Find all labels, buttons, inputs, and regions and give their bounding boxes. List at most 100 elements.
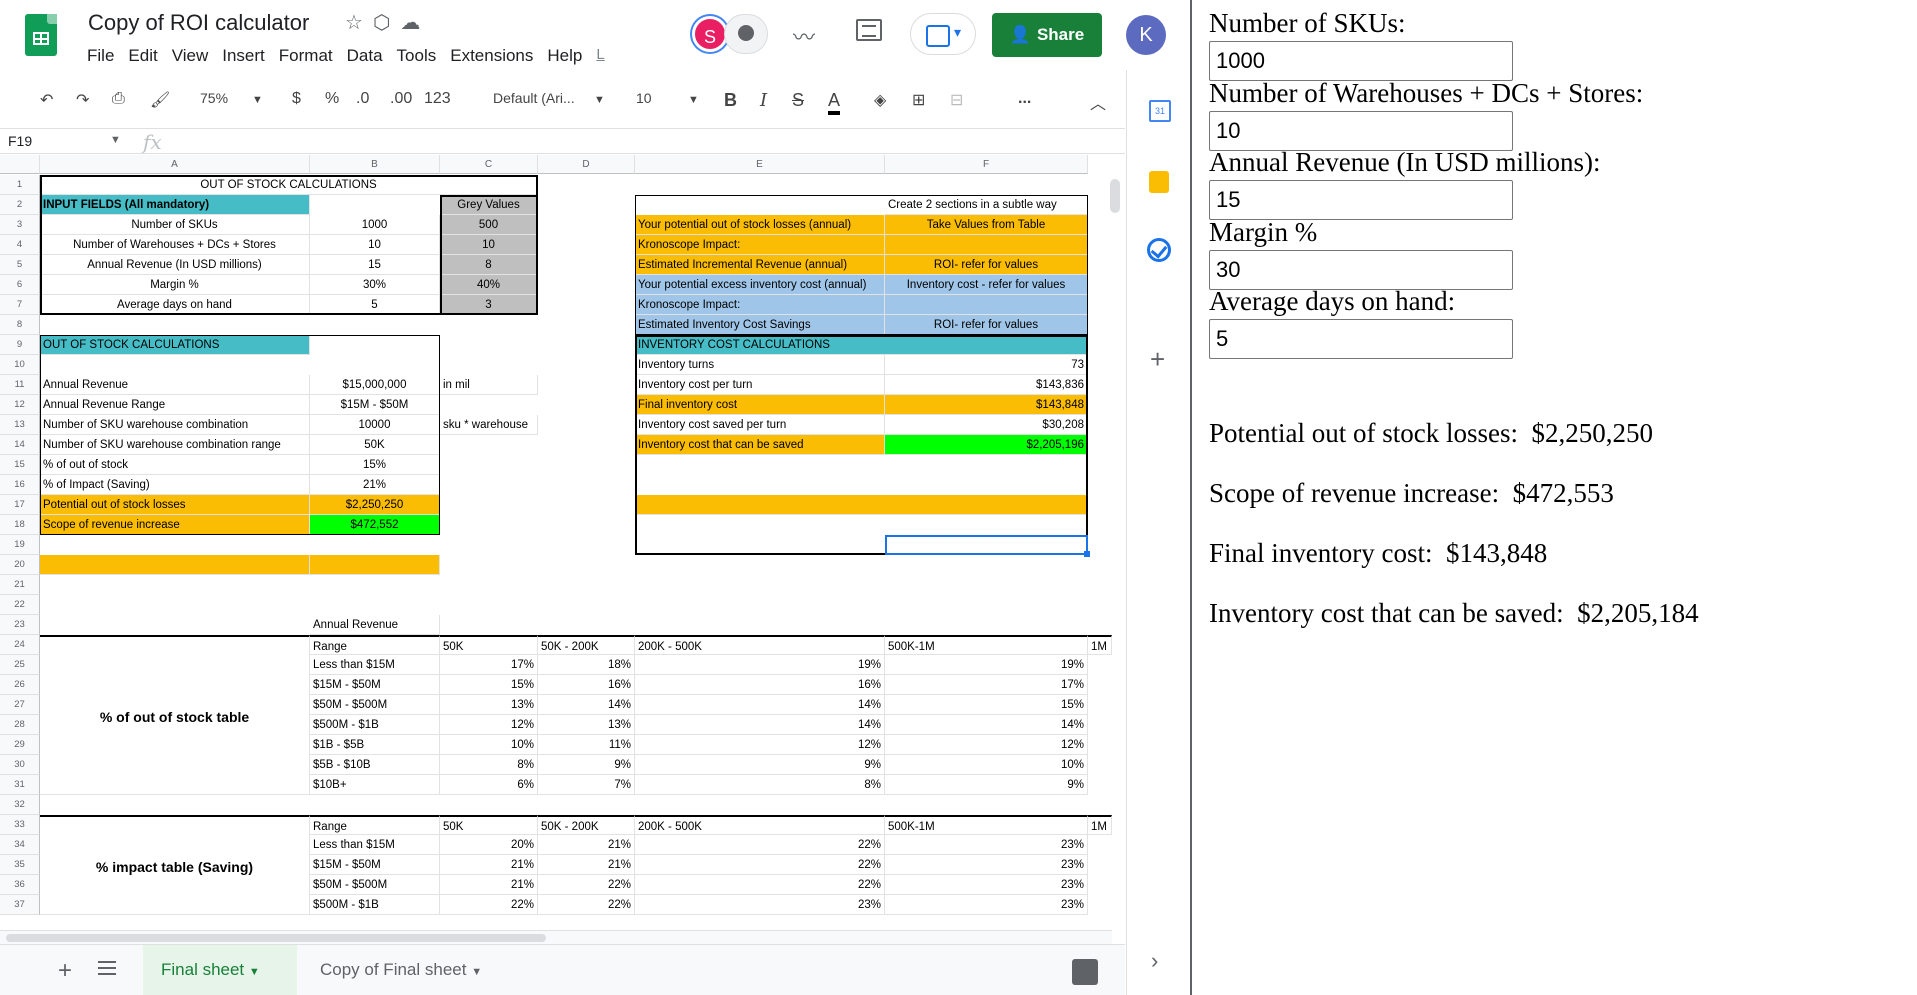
row-header[interactable]: 14: [0, 435, 40, 455]
cell-input-label[interactable]: Number of SKUs: [40, 215, 310, 235]
row-header[interactable]: 20: [0, 555, 40, 575]
scroll-thumb-v[interactable]: [1110, 179, 1120, 213]
table-header-cell[interactable]: Range: [310, 815, 440, 835]
cell-calc-value[interactable]: 10000: [310, 415, 440, 435]
show-side-panel-icon[interactable]: ›: [1151, 948, 1158, 974]
table-value-cell[interactable]: 14%: [635, 715, 885, 735]
row-header[interactable]: 29: [0, 735, 40, 755]
cell-input-label[interactable]: Annual Revenue (In USD millions): [40, 255, 310, 275]
row-header[interactable]: 1: [0, 175, 40, 195]
redo-icon[interactable]: ↷: [76, 90, 89, 110]
table-value-cell[interactable]: 15%: [440, 675, 538, 695]
table-value-cell[interactable]: 21%: [538, 835, 635, 855]
row-header[interactable]: 28: [0, 715, 40, 735]
cell-calc-value[interactable]: $15,000,000: [310, 375, 440, 395]
cell-calc-label[interactable]: Annual Revenue Range: [40, 395, 310, 415]
currency-format-button[interactable]: $: [292, 90, 301, 108]
cell-calc-label[interactable]: % of out of stock: [40, 455, 310, 475]
decrease-decimal-button[interactable]: .0: [356, 90, 369, 108]
cell-title[interactable]: OUT OF STOCK CALCULATIONS: [40, 175, 538, 195]
cell-inv-value[interactable]: $30,208: [885, 415, 1088, 435]
table-range-cell[interactable]: $50M - $500M: [310, 695, 440, 715]
zoom-select[interactable]: 75%: [200, 90, 228, 106]
cell-empty-orange[interactable]: [40, 555, 310, 575]
merge-cells-icon[interactable]: ⊟: [950, 90, 963, 110]
cell-info-value[interactable]: ROI- refer for values: [885, 255, 1088, 275]
cell-note[interactable]: Create 2 sections in a subtle way: [885, 195, 1088, 215]
cell-input-value[interactable]: 30%: [310, 275, 440, 295]
table-value-cell[interactable]: 22%: [538, 875, 635, 895]
column-header[interactable]: E: [635, 155, 885, 174]
account-avatar[interactable]: K: [1126, 15, 1166, 55]
cell-inv-value[interactable]: $143,836: [885, 375, 1088, 395]
column-header[interactable]: C: [440, 155, 538, 174]
row-header[interactable]: 5: [0, 255, 40, 275]
collaborator-avatar[interactable]: S: [692, 16, 728, 52]
menu-file[interactable]: File: [80, 44, 121, 68]
cell-calc-label[interactable]: Number of SKU warehouse combination rang…: [40, 435, 310, 455]
row-header[interactable]: 11: [0, 375, 40, 395]
table-value-cell[interactable]: 14%: [538, 695, 635, 715]
row-header[interactable]: 25: [0, 655, 40, 675]
cell-info-label[interactable]: Estimated Inventory Cost Savings: [635, 315, 885, 335]
explore-icon[interactable]: [1072, 959, 1098, 985]
table-value-cell[interactable]: 23%: [885, 855, 1088, 875]
cell-input-label[interactable]: Margin %: [40, 275, 310, 295]
row-header[interactable]: 7: [0, 295, 40, 315]
table-value-cell[interactable]: 13%: [538, 715, 635, 735]
table-value-cell[interactable]: 19%: [635, 655, 885, 675]
more-options-button[interactable]: ...: [1018, 90, 1031, 108]
table-value-cell[interactable]: 22%: [635, 835, 885, 855]
cell-calc-value[interactable]: 15%: [310, 455, 440, 475]
cell-calc-label[interactable]: Annual Revenue: [40, 375, 310, 395]
cell-info-label[interactable]: Kronoscope Impact:: [635, 295, 885, 315]
row-header[interactable]: 34: [0, 835, 40, 855]
menu-extensions[interactable]: Extensions: [443, 44, 540, 68]
cell-grey-header[interactable]: Grey Values: [440, 195, 538, 215]
print-icon[interactable]: ⎙: [112, 90, 125, 108]
cell-info-label[interactable]: Your potential excess inventory cost (an…: [635, 275, 885, 295]
menu-help[interactable]: Help: [540, 44, 589, 68]
cell-input-value[interactable]: 15: [310, 255, 440, 275]
fill-color-icon[interactable]: ◈: [874, 90, 886, 110]
cell-calc-value[interactable]: $472,552: [310, 515, 440, 535]
text-color-button[interactable]: A: [828, 90, 841, 115]
cell-inv-value[interactable]: $2,205,196: [885, 435, 1088, 455]
table-value-cell[interactable]: 11%: [538, 735, 635, 755]
cell-calc-value[interactable]: $2,250,250: [310, 495, 440, 515]
row-header[interactable]: 8: [0, 315, 40, 335]
active-cell-selection[interactable]: [885, 535, 1090, 557]
table-range-cell[interactable]: $1B - $5B: [310, 735, 440, 755]
cloud-status-icon[interactable]: ☁: [400, 10, 420, 35]
row-header[interactable]: 2: [0, 195, 40, 215]
table-value-cell[interactable]: 14%: [635, 695, 885, 715]
strikethrough-button[interactable]: S: [792, 90, 804, 111]
table-value-cell[interactable]: 23%: [885, 835, 1088, 855]
table-value-cell[interactable]: 10%: [885, 755, 1088, 775]
table-header-cell[interactable]: 50K - 200K: [538, 815, 635, 835]
table-header-cell[interactable]: 500K-1M: [885, 635, 1088, 655]
name-box-chevron-icon[interactable]: ▼: [110, 134, 121, 146]
table-range-cell[interactable]: $15M - $50M: [310, 855, 440, 875]
row-header[interactable]: 22: [0, 595, 40, 615]
table-value-cell[interactable]: 16%: [635, 675, 885, 695]
cell-input-header[interactable]: INPUT FIELDS (All mandatory): [40, 195, 310, 215]
document-title[interactable]: Copy of ROI calculator: [88, 10, 309, 36]
cell-info-label[interactable]: Estimated Incremental Revenue (annual): [635, 255, 885, 275]
table-range-cell[interactable]: $15M - $50M: [310, 675, 440, 695]
horizontal-scrollbar[interactable]: [0, 930, 1112, 944]
table-value-cell[interactable]: 17%: [440, 655, 538, 675]
days-on-hand-input[interactable]: [1209, 319, 1513, 359]
row-header[interactable]: 18: [0, 515, 40, 535]
menu-view[interactable]: View: [165, 44, 216, 68]
spreadsheet-grid[interactable]: A B C D E F 1 2 3 4 5 6 7 8 9 10 11 12 13 14 15 16 17 18 19 20 21 2…: [0, 155, 1112, 930]
cell-inv-label[interactable]: Inventory turns: [635, 355, 885, 375]
table-value-cell[interactable]: 23%: [885, 875, 1088, 895]
column-header[interactable]: B: [310, 155, 440, 174]
more-formats-button[interactable]: 123: [424, 90, 451, 108]
table-header-cell[interactable]: 200K - 500K: [635, 815, 885, 835]
star-icon[interactable]: ☆: [345, 10, 363, 35]
tab-chevron-icon[interactable]: ▼: [471, 966, 482, 978]
table-value-cell[interactable]: 12%: [885, 735, 1088, 755]
vertical-scrollbar[interactable]: [1107, 175, 1121, 935]
